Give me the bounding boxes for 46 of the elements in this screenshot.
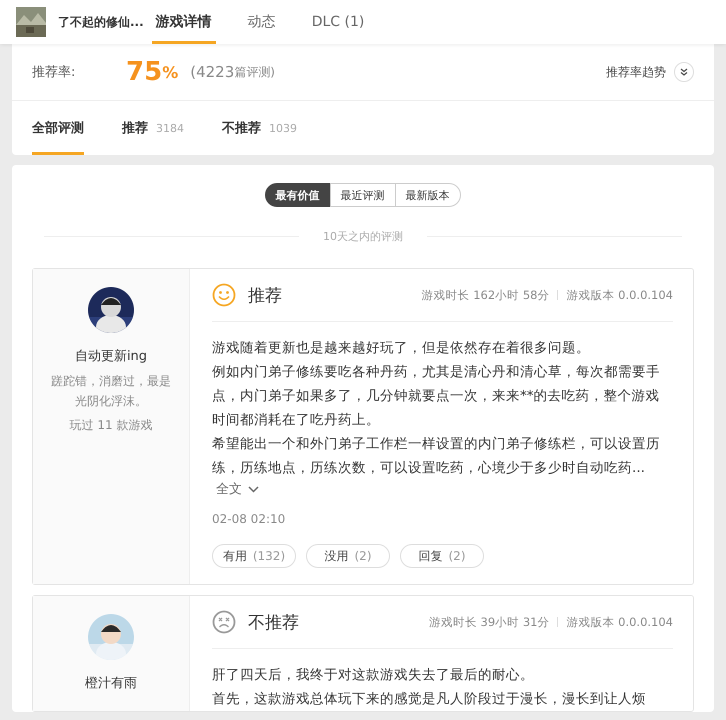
review-text: 首先，这款游戏总体玩下来的感觉是凡人阶段过于漫长，漫长到让人烦 bbox=[212, 690, 647, 709]
review-count: (4223 bbox=[190, 63, 234, 81]
user-motto: 蹉跎错，消磨过，最是光阴化浮沫。 bbox=[50, 373, 172, 410]
chevron-down-icon bbox=[248, 486, 259, 492]
vote-button[interactable]: 回复 (2) bbox=[400, 544, 484, 568]
verdict: 推荐 bbox=[248, 284, 282, 306]
sort-option[interactable]: 最有价值 bbox=[264, 183, 330, 207]
sort-option[interactable]: 最新版本 bbox=[394, 183, 460, 207]
expand-link[interactable]: 全文 bbox=[212, 480, 263, 498]
percent-sign: % bbox=[162, 62, 178, 82]
filter-count: 1039 bbox=[269, 122, 297, 134]
review-text: 游戏随着更新也是越来越好玩了，但是依然存在着很多问题。 bbox=[212, 339, 591, 358]
nav-tab[interactable]: 动态 bbox=[244, 0, 280, 44]
double-chevron-icon bbox=[680, 68, 688, 76]
trend-label: 推荐率趋势 bbox=[606, 64, 666, 80]
vote-button[interactable]: 没用 (2) bbox=[306, 544, 390, 568]
filter-label: 不推荐 bbox=[222, 120, 261, 137]
nav-tab[interactable]: DLC (1) bbox=[308, 0, 368, 44]
verdict: 不推荐 bbox=[248, 612, 299, 634]
section-divider-label: 10天之内的评测 bbox=[323, 229, 403, 244]
filter-label: 推荐 bbox=[122, 120, 148, 137]
filter-tab[interactable]: 全部评测 bbox=[32, 101, 84, 155]
recommend-rate: 75 bbox=[126, 57, 162, 87]
user-name[interactable]: 自动更新ing bbox=[74, 347, 148, 365]
filter-count: 3184 bbox=[156, 122, 184, 134]
vote-button[interactable]: 有用 (132) bbox=[212, 544, 296, 568]
game-version: 游戏版本 0.0.0.104 bbox=[566, 288, 673, 302]
frown-icon bbox=[212, 610, 236, 634]
sort-option[interactable]: 最近评测 bbox=[330, 183, 396, 207]
playtime: 游戏时长 162小时 58分 bbox=[422, 288, 550, 302]
filter-tab[interactable]: 推荐 3184 bbox=[122, 101, 184, 155]
review-text: 希望能出一个和外门弟子工作栏一样设置的内门弟子修练栏，可以设置历练，历练地点，历练次数，可以设置吃药，心境少于多少时自动吃药... bbox=[212, 435, 661, 478]
review-count-unit: 篇评测) bbox=[234, 64, 275, 80]
filter-label: 全部评测 bbox=[32, 120, 84, 137]
games-played: 玩过 11 款游戏 bbox=[70, 417, 152, 434]
review-text: 肝了四天后，我终于对这款游戏失去了最后的耐心。 bbox=[212, 666, 535, 685]
review-text: 例如内门弟子修练要吃各种丹药，尤其是清心丹和清心草，每次都需要手点，内门弟子如果多了，几分钟就要点一次，来来**的去吃药，整个游戏时间都消耗在了吃丹药上。 bbox=[212, 363, 661, 430]
user-name[interactable]: 橙汁有雨 bbox=[85, 674, 137, 692]
game-title: 了不起的修仙... bbox=[58, 14, 144, 30]
filter-tab[interactable]: 不推荐 1039 bbox=[222, 101, 297, 155]
rate-label: 推荐率: bbox=[32, 64, 76, 81]
game-version: 游戏版本 0.0.0.104 bbox=[566, 614, 673, 630]
playtime: 游戏时长 39小时 31分 bbox=[428, 614, 550, 630]
smile-icon bbox=[212, 283, 236, 307]
review-date: 02-08 02:10 bbox=[212, 512, 286, 526]
expand-button[interactable] bbox=[674, 62, 694, 82]
